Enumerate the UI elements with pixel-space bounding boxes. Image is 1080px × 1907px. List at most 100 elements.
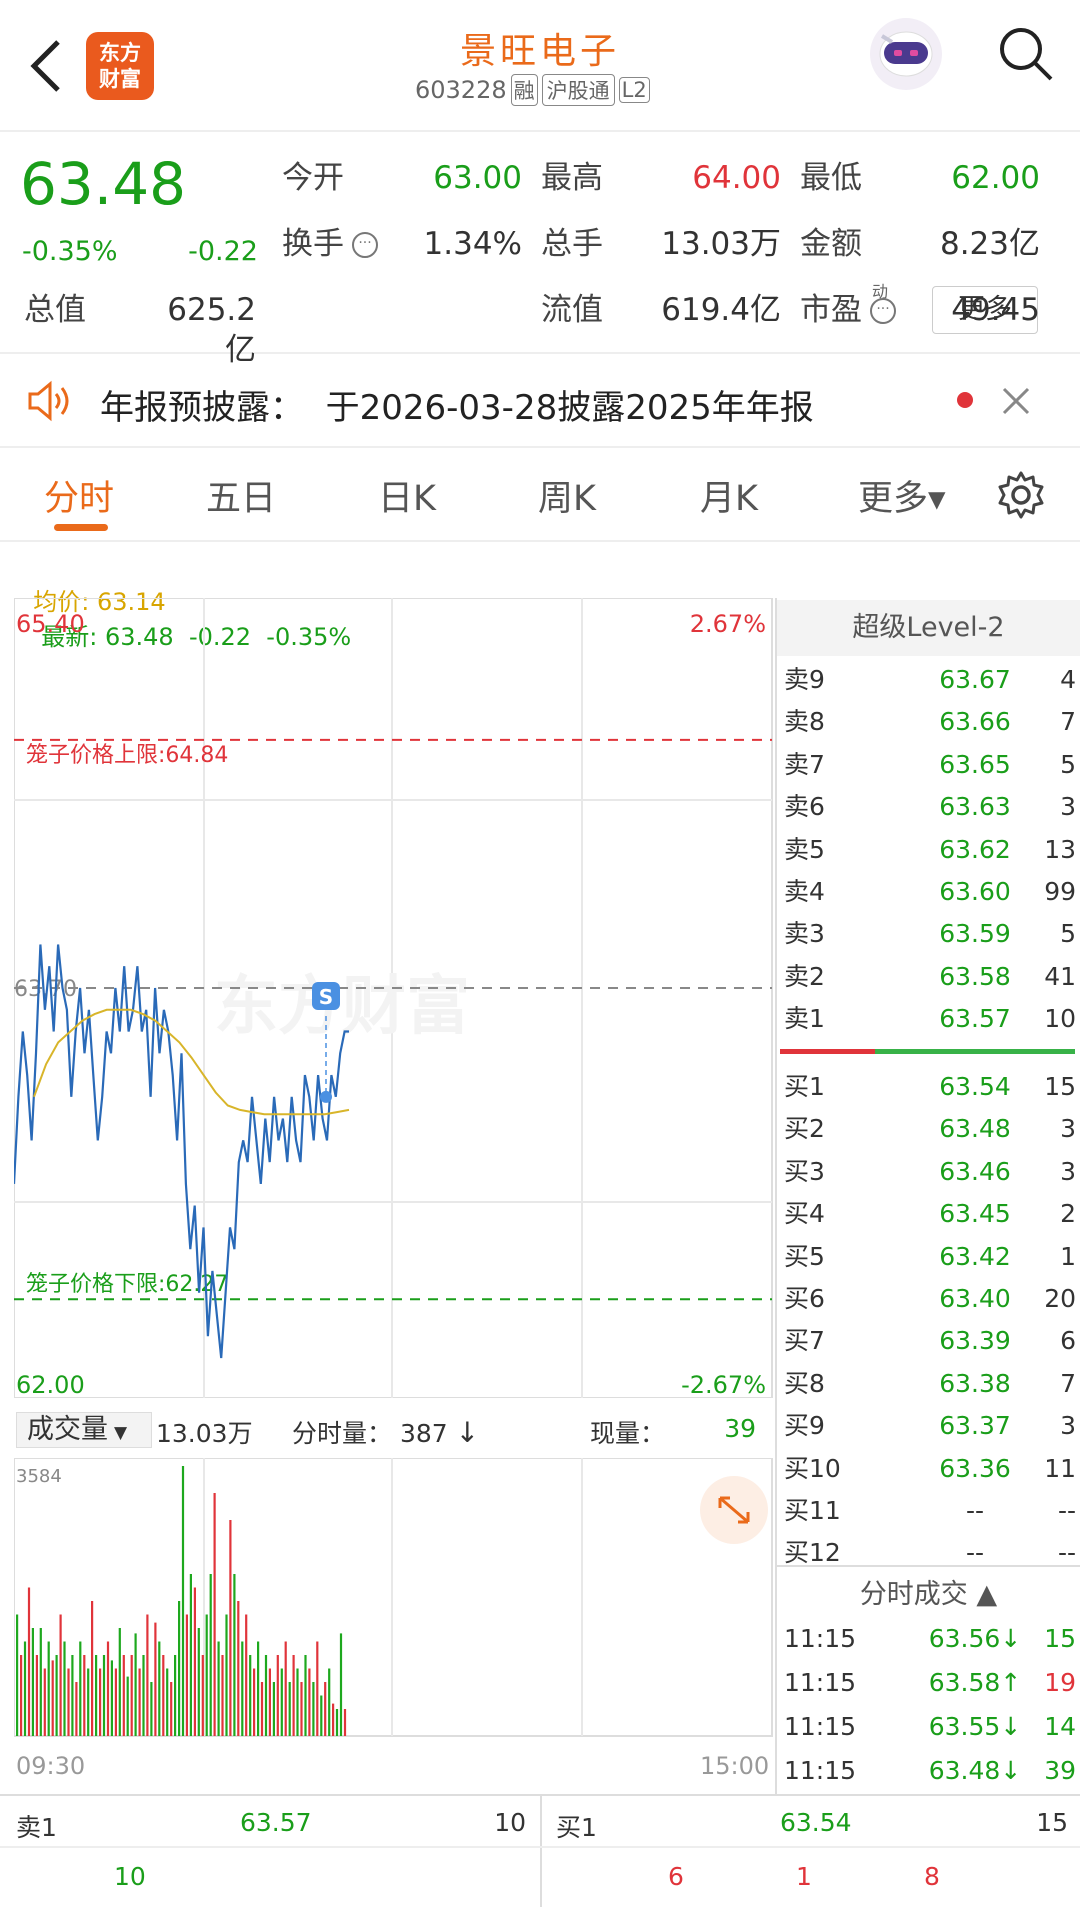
volume-bar bbox=[47, 1641, 50, 1736]
level-label: 买5 bbox=[784, 1241, 825, 1271]
tab-five-day[interactable]: 五日 bbox=[206, 470, 276, 521]
tab-intraday[interactable]: 分时 bbox=[44, 470, 114, 521]
quote-value: 13.03万 bbox=[661, 226, 781, 262]
level-volume: 15 bbox=[1044, 1072, 1076, 1101]
level-label: 买2 bbox=[784, 1114, 825, 1144]
level-label: 卖8 bbox=[784, 707, 825, 737]
level-volume: 13 bbox=[1044, 834, 1076, 864]
level-price: 63.48 bbox=[939, 1114, 1011, 1144]
volume-chart[interactable]: 3584 bbox=[14, 1458, 774, 1738]
level-label: 卖5 bbox=[784, 834, 825, 864]
volume-bar bbox=[185, 1614, 188, 1736]
level-label: 买3 bbox=[784, 1156, 825, 1186]
volume-bar bbox=[63, 1641, 66, 1736]
level-volume: 10 bbox=[1044, 1004, 1076, 1034]
level-volume: 3 bbox=[1060, 792, 1076, 822]
volume-bar bbox=[118, 1628, 121, 1736]
tab-more[interactable]: 更多▾ bbox=[858, 470, 946, 521]
level-label: 卖3 bbox=[784, 919, 825, 949]
ticks-title[interactable]: 分时成交 ▲ bbox=[777, 1572, 1080, 1611]
volume-bar bbox=[138, 1668, 141, 1736]
tick-price: 63.48↓ bbox=[928, 1756, 1022, 1785]
volume-bar bbox=[300, 1682, 303, 1736]
tab-monthly-k[interactable]: 月K bbox=[700, 470, 758, 521]
ask-row[interactable]: 卖3 63.59 5 bbox=[780, 913, 1076, 955]
ask-row[interactable]: 卖9 63.67 4 bbox=[780, 659, 1076, 701]
level2-title[interactable]: 超级Level-2 bbox=[777, 600, 1080, 656]
search-icon[interactable] bbox=[996, 24, 1056, 84]
bid-row[interactable]: 买6 63.40 20 bbox=[780, 1278, 1076, 1320]
robot-avatar-icon[interactable] bbox=[866, 14, 946, 94]
quote-value: 62.00 bbox=[951, 160, 1040, 196]
level-price: 63.46 bbox=[939, 1156, 1011, 1186]
level-price: 63.66 bbox=[939, 707, 1011, 737]
quote-label: 金额 bbox=[800, 226, 862, 262]
ask-row[interactable]: 卖8 63.66 7 bbox=[780, 701, 1076, 743]
ratio-bar-red bbox=[780, 1049, 875, 1054]
bid-row[interactable]: 买11 -- -- bbox=[780, 1490, 1076, 1532]
ask-row[interactable]: 卖6 63.63 3 bbox=[780, 786, 1076, 828]
level-volume: 5 bbox=[1060, 919, 1076, 949]
level-price: 63.36 bbox=[939, 1453, 1011, 1483]
volume-bar bbox=[237, 1601, 240, 1736]
volume-bar bbox=[99, 1668, 102, 1736]
volume-bar bbox=[71, 1655, 74, 1736]
ask-row[interactable]: 卖2 63.58 41 bbox=[780, 956, 1076, 998]
info-dots-icon[interactable]: ··· bbox=[352, 232, 378, 258]
ask-row[interactable]: 卖5 63.62 13 bbox=[780, 829, 1076, 871]
volume-selector[interactable]: 成交量 ▼ bbox=[16, 1412, 152, 1448]
bid-row[interactable]: 买1 63.54 15 bbox=[780, 1066, 1076, 1108]
volume-bar bbox=[268, 1668, 271, 1736]
level-label: 卖9 bbox=[784, 665, 825, 694]
level-label: 买11 bbox=[784, 1496, 841, 1525]
volume-bar bbox=[16, 1614, 19, 1736]
ask-queue-item: 10 bbox=[114, 1862, 146, 1891]
bid-row[interactable]: 买4 63.45 2 bbox=[780, 1193, 1076, 1235]
level-volume: 2 bbox=[1060, 1199, 1076, 1229]
quote-value: 64.00 bbox=[692, 160, 781, 196]
volume-bar bbox=[126, 1676, 129, 1736]
bid-row[interactable]: 买2 63.48 3 bbox=[780, 1108, 1076, 1150]
tick-price: 63.56↓ bbox=[928, 1624, 1022, 1653]
gear-icon[interactable] bbox=[996, 470, 1046, 520]
margin-tag: 融 bbox=[510, 74, 538, 106]
bid-row[interactable]: 买12 -- -- bbox=[780, 1532, 1076, 1574]
tab-weekly-k[interactable]: 周K bbox=[538, 470, 596, 521]
volume-bar bbox=[142, 1655, 145, 1736]
volume-bar bbox=[27, 1587, 31, 1736]
volume-bar bbox=[213, 1493, 216, 1736]
volume-bar bbox=[229, 1520, 232, 1736]
bid-row[interactable]: 买8 63.38 7 bbox=[780, 1363, 1076, 1405]
volume-bar bbox=[320, 1695, 323, 1736]
ask-row[interactable]: 卖1 63.57 10 bbox=[780, 998, 1076, 1040]
volume-bar bbox=[253, 1668, 256, 1736]
close-icon[interactable] bbox=[1000, 385, 1032, 417]
intraday-chart[interactable]: 东方财富 笼子价格上限:64.84笼子价格下限:62.2763.70 S 65.4… bbox=[14, 598, 774, 1398]
expand-arrows-icon[interactable] bbox=[700, 1476, 768, 1544]
tick-volume: 14 bbox=[1044, 1712, 1076, 1741]
bid-row[interactable]: 买3 63.46 3 bbox=[780, 1151, 1076, 1193]
volume-bar bbox=[106, 1641, 110, 1736]
volume-bar bbox=[257, 1641, 260, 1736]
level-label: 买7 bbox=[784, 1326, 825, 1356]
watermark: 东方财富 bbox=[214, 970, 470, 1044]
bid-row[interactable]: 买10 63.36 11 bbox=[780, 1448, 1076, 1490]
bid-row[interactable]: 买7 63.39 6 bbox=[780, 1320, 1076, 1362]
bid-row[interactable]: 买9 63.37 3 bbox=[780, 1405, 1076, 1447]
quote-value: 1.34% bbox=[423, 226, 522, 262]
volume-bar bbox=[59, 1614, 62, 1736]
level-volume: 11 bbox=[1044, 1453, 1076, 1483]
y-min-label: 62.00 bbox=[16, 1371, 85, 1398]
ask-row[interactable]: 卖7 63.65 5 bbox=[780, 744, 1076, 786]
back-icon[interactable] bbox=[26, 38, 66, 94]
volume-bar bbox=[316, 1641, 319, 1736]
bottom-bid-label: 买1 bbox=[556, 1813, 597, 1842]
ask-row[interactable]: 卖4 63.60 99 bbox=[780, 871, 1076, 913]
info-dots-icon[interactable]: ··· bbox=[870, 298, 896, 324]
bid-row[interactable]: 买5 63.42 1 bbox=[780, 1236, 1076, 1278]
level-volume: -- bbox=[1057, 1496, 1076, 1525]
tab-daily-k[interactable]: 日K bbox=[378, 470, 436, 521]
tick-time: 11:15 bbox=[784, 1756, 857, 1785]
notice-text[interactable]: 年报预披露： 于2026-03-28披露2025年年报 bbox=[100, 380, 814, 429]
s-marker-letter: S bbox=[319, 985, 333, 1009]
